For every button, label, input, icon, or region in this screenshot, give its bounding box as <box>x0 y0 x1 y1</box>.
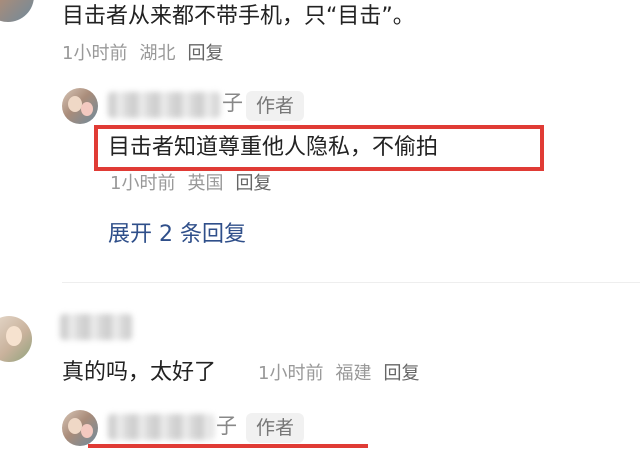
commenter-name-redacted[interactable] <box>60 314 132 340</box>
reply-button[interactable]: 回复 <box>383 363 419 384</box>
author-avatar[interactable] <box>62 410 98 446</box>
author-badge: 作者 <box>246 413 305 443</box>
comment-location: 福建 <box>335 363 372 384</box>
comment-time: 1小时前 <box>62 43 128 64</box>
highlight-underline <box>88 444 368 448</box>
reply-meta: 1小时前 英国 回复 <box>110 172 271 196</box>
commenter-avatar[interactable] <box>0 0 34 22</box>
commenter-avatar[interactable] <box>0 316 32 362</box>
comment-meta: 1小时前 福建 回复 <box>258 362 419 386</box>
author-name-redacted[interactable] <box>108 92 220 118</box>
reply-button[interactable]: 回复 <box>235 173 271 194</box>
comment-text: 真的吗，太好了 <box>62 360 217 385</box>
author-name-suffix[interactable]: 子 <box>216 411 237 441</box>
reply-button[interactable]: 回复 <box>187 43 223 64</box>
reply-location: 英国 <box>187 173 224 194</box>
reply-time: 1小时前 <box>110 173 176 194</box>
author-name-redacted[interactable] <box>108 414 214 440</box>
comment-location: 湖北 <box>139 43 176 64</box>
comment-meta: 1小时前 湖北 回复 <box>62 42 223 66</box>
expand-replies-link[interactable]: 展开 2 条回复 <box>108 220 246 250</box>
comment-time: 1小时前 <box>258 363 324 384</box>
comment-text: 目击者从来都不带手机，只“目击”。 <box>62 4 415 29</box>
author-badge: 作者 <box>246 91 305 121</box>
divider <box>62 282 640 283</box>
author-avatar[interactable] <box>62 88 98 124</box>
reply-text: 目击者知道尊重他人隐私，不偷拍 <box>108 135 439 160</box>
author-name-suffix[interactable]: 子 <box>222 88 243 118</box>
